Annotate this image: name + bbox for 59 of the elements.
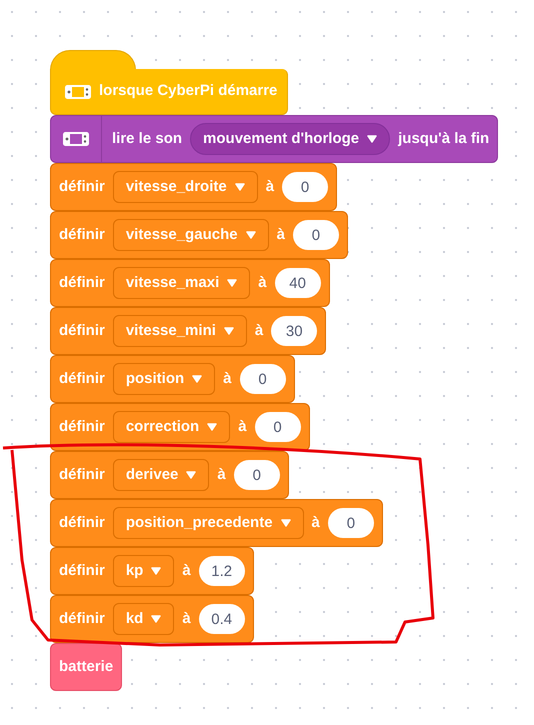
- caret-icon: [151, 615, 162, 623]
- value-field[interactable]: 0: [292, 220, 339, 250]
- block-label: à: [258, 272, 267, 293]
- block-label: à: [182, 608, 191, 629]
- value-field[interactable]: 0.4: [198, 604, 245, 634]
- device-icon: [65, 84, 91, 98]
- caret-icon: [151, 567, 162, 575]
- block-label: à: [254, 320, 264, 341]
- caret-icon: [207, 423, 218, 431]
- block-label: définir: [59, 368, 105, 389]
- caret-icon: [227, 279, 238, 287]
- set-variable-block[interactable]: définir vitesse_gauche à 0: [50, 211, 348, 259]
- set-variable-block[interactable]: définir derivee à 0: [50, 451, 289, 499]
- value-field[interactable]: 1.2: [198, 556, 245, 586]
- set-variable-block[interactable]: définir kp à 1.2: [50, 547, 254, 595]
- value-field[interactable]: 40: [274, 268, 321, 298]
- caret-icon: [246, 231, 256, 239]
- set-variable-block[interactable]: définir vitesse_mini à 30: [50, 307, 326, 355]
- block-label: définir: [59, 320, 105, 341]
- value-field[interactable]: 0: [240, 364, 286, 394]
- set-variable-block[interactable]: définir vitesse_droite à 0: [50, 163, 338, 211]
- caret-icon: [186, 471, 196, 479]
- block-label: lorsque CyberPi démarre: [99, 81, 278, 102]
- block-label: à: [238, 416, 247, 437]
- sound-dropdown[interactable]: mouvement d'horloge: [190, 123, 390, 155]
- set-variable-block[interactable]: définir position à 0: [50, 355, 295, 403]
- block-label: définir: [59, 512, 105, 533]
- set-variable-block[interactable]: définir vitesse_maxi à 40: [50, 259, 330, 307]
- set-variable-block[interactable]: définir correction à 0: [50, 403, 310, 451]
- block-label: à: [182, 560, 191, 581]
- value-field[interactable]: 0: [282, 172, 328, 202]
- block-label: jusqu'à la fin: [398, 128, 490, 149]
- device-icon: [63, 132, 89, 146]
- block-label: batterie: [59, 656, 114, 677]
- block-label: à: [223, 368, 232, 389]
- value-field[interactable]: 0: [254, 412, 301, 442]
- block-label: à: [266, 176, 274, 197]
- value-field[interactable]: 0: [328, 508, 374, 538]
- caret-icon: [192, 375, 202, 383]
- block-label: définir: [59, 464, 105, 485]
- block-label: définir: [59, 416, 105, 437]
- block-label: définir: [59, 176, 105, 197]
- value-field[interactable]: 30: [271, 316, 318, 346]
- sound-block[interactable]: lire le son mouvement d'horloge jusqu'à la fin: [50, 115, 498, 163]
- block-label: définir: [59, 272, 105, 293]
- block-label: définir: [59, 224, 105, 245]
- block-label: à: [312, 512, 320, 533]
- block-label: définir: [59, 560, 105, 581]
- caret-icon: [280, 519, 291, 527]
- block-label: à: [276, 224, 285, 245]
- set-variable-block[interactable]: définir position_precedente à 0: [50, 499, 383, 547]
- value-field[interactable]: 0: [234, 460, 280, 490]
- caret-icon: [367, 135, 378, 143]
- caret-icon: [224, 327, 234, 335]
- caret-icon: [234, 183, 245, 191]
- block-label: lire le son: [112, 128, 182, 149]
- block-label: à: [217, 464, 226, 485]
- block-label: définir: [59, 608, 105, 629]
- set-variable-block[interactable]: définir kd à 0.4: [50, 595, 254, 643]
